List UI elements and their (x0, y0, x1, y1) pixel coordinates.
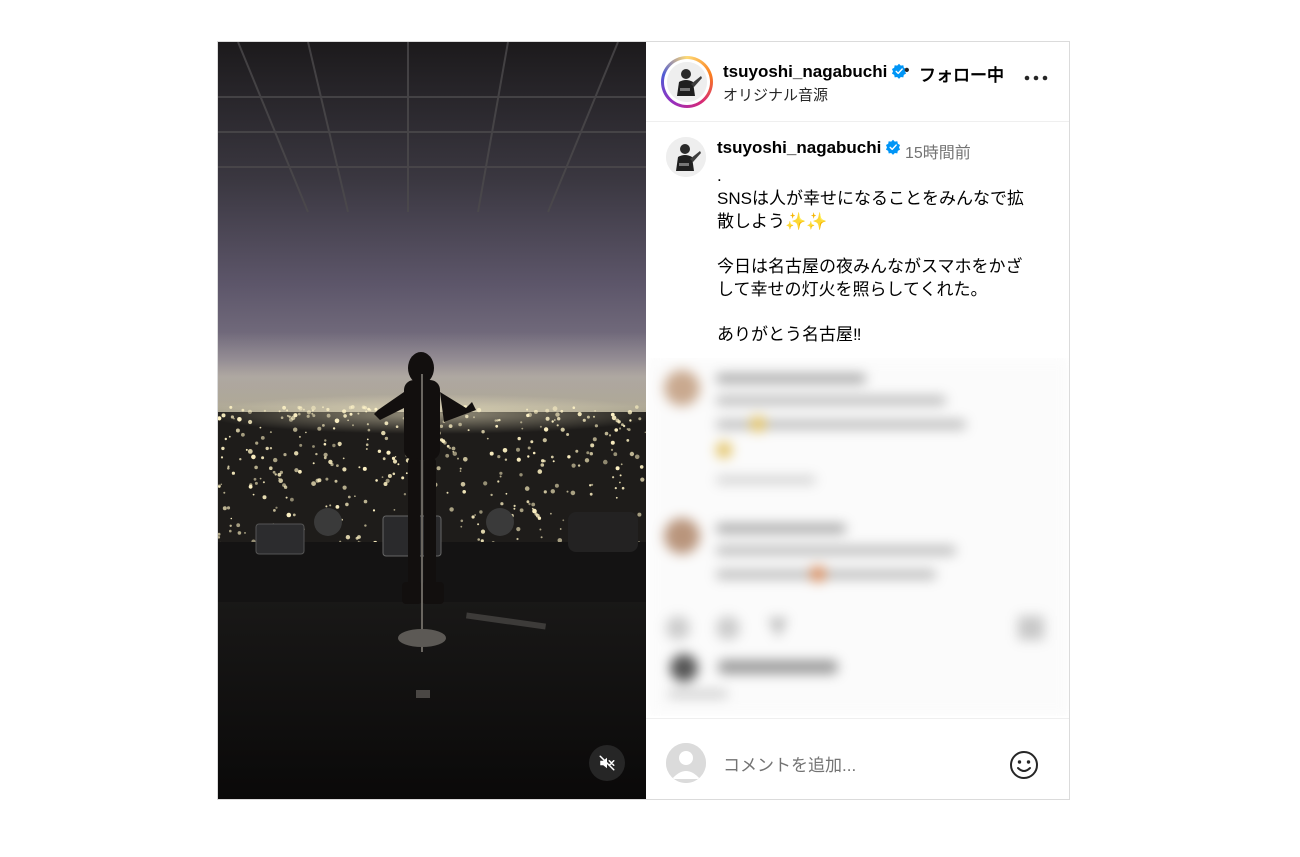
smiley-icon (1010, 751, 1038, 779)
caption-text: . SNSは人が幸せになることをみんなで拡 散しよう✨✨ 今日は名古屋の夜みんな… (717, 164, 1047, 346)
separator-dot: • (904, 62, 910, 79)
avatar (667, 62, 707, 102)
post-side-panel: tsuyoshi_nagabuchi • フォロー中 オリジナル音源 tsuyo… (646, 42, 1069, 799)
header-username-link[interactable]: tsuyoshi_nagabuchi (723, 62, 907, 82)
current-user-avatar (666, 743, 706, 783)
emoji-button[interactable] (1009, 750, 1039, 780)
caption-username-link[interactable]: tsuyoshi_nagabuchi (717, 138, 901, 158)
comment-bar: コメントを追加... (646, 718, 1069, 799)
blurred-comments-area (648, 358, 1069, 716)
speaker-muted-icon (599, 755, 615, 771)
following-button[interactable]: フォロー中 (919, 61, 1004, 86)
post-header: tsuyoshi_nagabuchi • フォロー中 オリジナル音源 (646, 42, 1069, 122)
original-audio-link[interactable]: オリジナル音源 (723, 84, 828, 105)
post-video[interactable] (218, 42, 646, 799)
caption-line: . (717, 166, 722, 185)
comment-input[interactable]: コメントを追加... (723, 751, 983, 776)
caption-avatar[interactable] (666, 137, 706, 177)
caption-line: 散しよう✨✨ (717, 212, 828, 231)
caption-line: して幸せの灯火を照らしてくれた。 (717, 280, 988, 299)
concert-photo (218, 42, 646, 799)
caption-line: 今日は名古屋の夜みんながスマホをかざ (717, 257, 1023, 276)
more-options-button[interactable] (1023, 68, 1049, 88)
post-timestamp[interactable]: 15時間前 (905, 139, 971, 163)
more-horizontal-icon (1024, 75, 1048, 81)
story-ring[interactable] (661, 56, 713, 108)
mute-button[interactable] (589, 745, 625, 781)
instagram-post: tsuyoshi_nagabuchi • フォロー中 オリジナル音源 tsuyo… (217, 41, 1070, 800)
caption-line: SNSは人が幸せになることをみんなで拡 (717, 189, 1024, 208)
verified-badge-icon (886, 139, 901, 155)
caption-line: ありがとう名古屋‼ (717, 325, 862, 344)
